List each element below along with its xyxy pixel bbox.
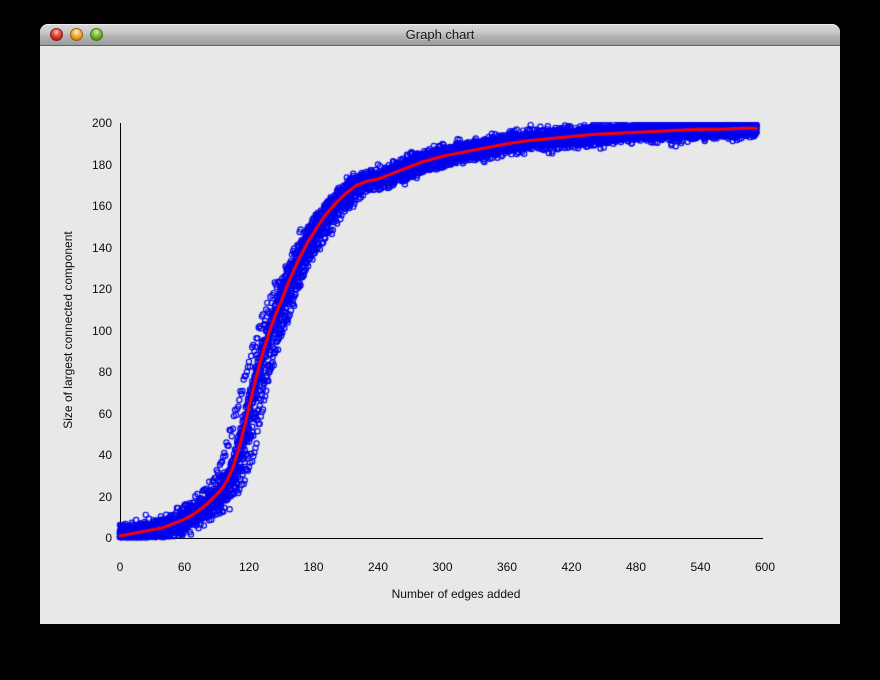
- y-tick-label: 160: [40, 199, 112, 213]
- y-tick-label: 20: [40, 490, 112, 504]
- y-tick-label: 180: [40, 158, 112, 172]
- window-title: Graph chart: [40, 24, 840, 45]
- y-tick-label: 60: [40, 407, 112, 421]
- y-tick-label: 100: [40, 324, 112, 338]
- x-axis-title: Number of edges added: [392, 587, 521, 601]
- y-axis-title: Size of largest connected component: [61, 231, 75, 428]
- x-tick-label: 0: [117, 560, 124, 574]
- y-tick-label: 40: [40, 448, 112, 462]
- x-tick-label: 120: [239, 560, 259, 574]
- x-tick-label: 480: [626, 560, 646, 574]
- chart-area: 0 60 120 180 240 300 360 420 480 540 600 0 20 40 60 80…: [40, 46, 840, 624]
- y-tick-label: 200: [40, 116, 112, 130]
- y-tick-label: 120: [40, 282, 112, 296]
- x-tick-label: 300: [432, 560, 452, 574]
- y-tick-label: 80: [40, 365, 112, 379]
- y-tick-label: 0: [40, 531, 112, 545]
- app-window: Graph chart 0 60 120 180 240 300 360 420 480 540 6…: [40, 24, 840, 624]
- scatter-plot-canvas: [40, 46, 840, 624]
- desktop-background: { "window": { "title": "Graph chart", "c…: [0, 0, 880, 680]
- y-tick-label: 140: [40, 241, 112, 255]
- x-tick-label: 240: [368, 560, 388, 574]
- window-titlebar[interactable]: Graph chart: [40, 24, 840, 46]
- x-tick-label: 420: [561, 560, 581, 574]
- x-tick-label: 600: [755, 560, 775, 574]
- x-tick-label: 60: [178, 560, 191, 574]
- x-tick-label: 540: [690, 560, 710, 574]
- x-tick-label: 360: [497, 560, 517, 574]
- x-tick-label: 180: [303, 560, 323, 574]
